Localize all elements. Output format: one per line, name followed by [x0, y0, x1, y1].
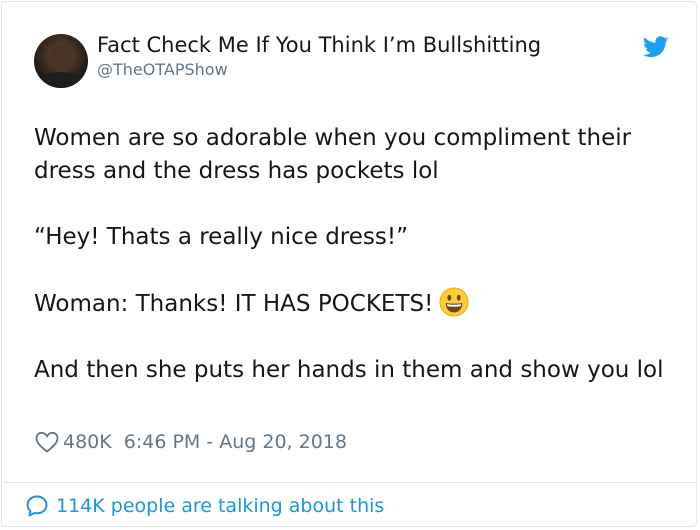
tweet-meta: 480K 6:46 PM - Aug 20, 2018	[35, 431, 347, 453]
tweet-timestamp[interactable]: 6:46 PM - Aug 20, 2018	[124, 431, 347, 453]
author-avatar[interactable]	[34, 34, 88, 88]
tweet-line-3: Woman: Thanks! IT HAS POCKETS!	[34, 291, 434, 317]
avatar-face	[50, 44, 72, 72]
tweet-line-1: Women are so adorable when you complimen…	[34, 125, 632, 184]
tweet-card: Fact Check Me If You Think I’m Bullshitt…	[1, 1, 697, 527]
author-name[interactable]: Fact Check Me If You Think I’m Bullshitt…	[97, 33, 541, 57]
tweet-line-2: “Hey! Thats a really nice dress!”	[34, 224, 409, 250]
smiling-face-emoji-icon	[439, 287, 469, 317]
speech-bubble-icon	[26, 495, 48, 517]
author-handle[interactable]: @TheOTAPShow	[97, 60, 228, 79]
heart-outline-icon[interactable]	[35, 431, 59, 453]
divider	[3, 482, 697, 483]
twitter-bird-icon[interactable]	[643, 36, 669, 58]
conversation-link[interactable]: 114K people are talking about this	[25, 494, 384, 518]
conversation-label: 114K people are talking about this	[56, 495, 385, 517]
tweet-text: Women are so adorable when you complimen…	[34, 122, 674, 387]
like-count[interactable]: 480K	[63, 431, 112, 453]
tweet-line-3-container: Woman: Thanks! IT HAS POCKETS!	[34, 287, 674, 321]
avatar-shoulders	[38, 72, 84, 88]
tweet-line-4: And then she puts her hands in them and …	[34, 357, 664, 383]
